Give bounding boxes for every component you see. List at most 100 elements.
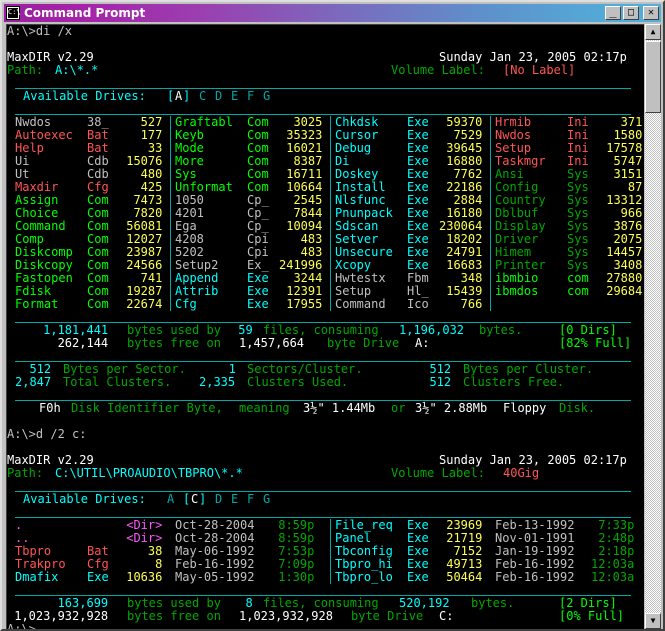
- total-bytes-value: 1,457,664: [239, 336, 305, 350]
- console-window-icon: C:\: [6, 6, 21, 20]
- scrollbar-thumb[interactable]: [645, 41, 661, 113]
- column-separator-2: [330, 519, 331, 584]
- drive-letter: C: [191, 492, 199, 506]
- prompt-line-1: A:\>di /x: [7, 24, 73, 38]
- prompt-line-3: A:\>_: [7, 622, 44, 630]
- path-label-1: Path:: [7, 63, 44, 77]
- drive-letter: [: [167, 89, 175, 103]
- drive-letter: G: [263, 492, 271, 506]
- column-separator-1: [170, 116, 171, 311]
- media-type-label: Floppy: [503, 401, 547, 415]
- file-ext: Exe: [87, 570, 116, 584]
- file-ext: Ico: [407, 297, 436, 311]
- total-bytes-value-2: 1,023,932,928: [239, 609, 333, 623]
- bytes-label-2: bytes.: [471, 596, 515, 610]
- file-name: Format: [15, 297, 81, 311]
- clusters-used-value: 2,335: [199, 375, 236, 389]
- media-or-label: or: [391, 401, 406, 415]
- window-controls: _ □ ✕: [605, 4, 659, 20]
- drive-letter: D: [215, 492, 223, 506]
- drive-letter: A: [175, 89, 183, 103]
- volume-label-1: Volume Label:: [391, 63, 485, 77]
- drive-letter: [: [183, 492, 191, 506]
- chevron-up-icon: ▲: [650, 27, 656, 36]
- file-ext: Exe: [407, 570, 436, 584]
- media-id-label: Disk Identifier Byte,: [71, 401, 223, 415]
- full-badge: [82% Full]: [559, 336, 632, 350]
- file-name: Command: [335, 297, 401, 311]
- title-bar[interactable]: C:\ Command Prompt _ □ ✕: [4, 4, 661, 22]
- clusters-free-value: 512: [415, 375, 452, 389]
- console-output-area[interactable]: A:\>di /x MaxDIR v2.29 Sunday Jan 23, 2005…: [6, 24, 644, 630]
- chevron-down-icon: ▼: [650, 616, 656, 625]
- file-size: 10636: [119, 570, 163, 584]
- file-size: 766: [439, 297, 483, 311]
- scroll-down-button[interactable]: ▼: [645, 613, 661, 629]
- command-prompt-window: C:\ Command Prompt _ □ ✕ A:\>di /x MaxDIR…: [0, 0, 665, 631]
- minimize-icon: _: [609, 4, 617, 18]
- drive-label-2: byte Drive: [351, 609, 424, 623]
- drives-label-2: Available Drives:: [23, 492, 146, 506]
- window-title: Command Prompt: [24, 6, 146, 20]
- clusters-used-label: Clusters Used.: [247, 375, 349, 389]
- file-ext: com: [567, 284, 596, 298]
- scroll-up-button[interactable]: ▲: [645, 24, 661, 40]
- scrollbar-track[interactable]: [645, 40, 661, 613]
- path-value-2: C:\UTIL\PROAUDIO\TBPRO\*.*: [55, 466, 243, 480]
- drives-label-1: Available Drives:: [23, 89, 146, 103]
- path-value-1: A:\*.*: [55, 63, 99, 77]
- bytes-label: bytes.: [479, 323, 523, 337]
- volume-value-1: [No Label]: [503, 63, 576, 77]
- full-badge-2: [0% Full]: [559, 609, 625, 623]
- file-name: ibmdos: [495, 284, 561, 298]
- file-time: 12:03a: [591, 570, 635, 584]
- drive-value-2: C:: [439, 609, 454, 623]
- file-size: 50464: [439, 570, 483, 584]
- prompt-line-2: A:\>d /2 c:: [7, 427, 87, 441]
- clusters-free-label: Clusters Free.: [463, 375, 565, 389]
- total-clusters-value: 2,847: [15, 375, 52, 389]
- column-separator-1: [330, 116, 331, 311]
- file-size: 22674: [119, 297, 163, 311]
- volume-value-2: 40Gig: [503, 466, 540, 480]
- drive-letter: ]: [183, 89, 191, 103]
- file-name: Dmafix: [15, 570, 81, 584]
- total-clusters-label: Total Clusters.: [63, 375, 172, 389]
- drive-letter: F: [247, 89, 255, 103]
- drive-letter: D: [215, 89, 223, 103]
- volume-label-2: Volume Label:: [391, 466, 485, 480]
- drive-letter: G: [263, 89, 271, 103]
- bytes-free-label-2: bytes free on: [127, 609, 221, 623]
- drive-letter: E: [231, 89, 239, 103]
- file-ext: Exe: [247, 297, 276, 311]
- bytes-free-label: bytes free on: [127, 336, 221, 350]
- media-disk-label: Disk.: [559, 401, 596, 415]
- file-date: Feb-16-1992: [495, 570, 575, 584]
- drive-letter: ]: [199, 492, 207, 506]
- maximize-icon: □: [627, 7, 635, 18]
- media-size-2: 3½" 2.88Mb: [415, 401, 488, 415]
- file-size: 29684: [599, 284, 643, 298]
- drive-letter: A: [167, 492, 175, 506]
- close-icon: ✕: [647, 7, 655, 18]
- file-time: 1:30p: [271, 570, 315, 584]
- maximize-button[interactable]: □: [623, 6, 639, 20]
- file-size: 17955: [279, 297, 323, 311]
- file-name: Tbpro_lo: [335, 570, 401, 584]
- media-size-1: 3½" 1.44Mb: [303, 401, 376, 415]
- drive-value: A:: [415, 336, 430, 350]
- drive-letter: F: [247, 492, 255, 506]
- drive-letter: C: [199, 89, 207, 103]
- consumed-value: 1,196,032: [399, 323, 465, 337]
- file-ext: Com: [87, 297, 116, 311]
- media-id-byte: F0h: [39, 401, 61, 415]
- vertical-scrollbar[interactable]: ▲ ▼: [645, 24, 661, 629]
- column-separator-1: [490, 116, 491, 311]
- file-name: Cfg: [175, 297, 241, 311]
- media-meaning-label: meaning: [239, 401, 290, 415]
- minimize-button[interactable]: _: [605, 4, 621, 20]
- file-date: May-05-1992: [175, 570, 255, 584]
- bytes-free-value: 262,144: [7, 336, 109, 350]
- close-button[interactable]: ✕: [643, 6, 659, 20]
- drive-label: byte Drive: [327, 336, 400, 350]
